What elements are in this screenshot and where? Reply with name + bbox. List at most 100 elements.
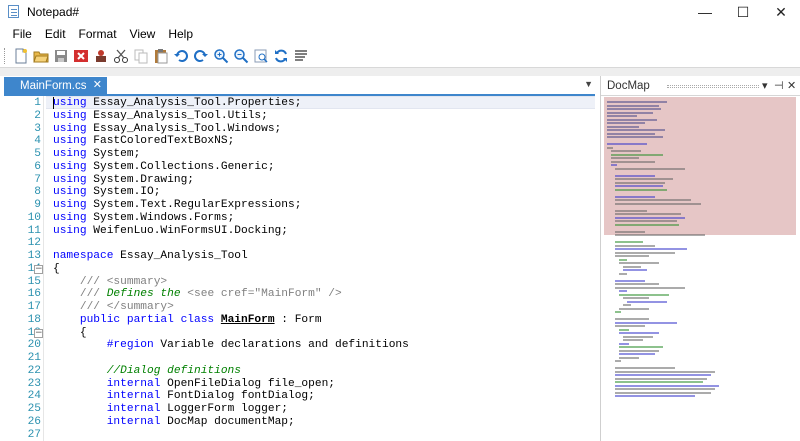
docmap-line xyxy=(615,248,687,250)
code-editor[interactable]: 1234567891011121314151617181920212223242… xyxy=(4,96,595,441)
undo-button[interactable] xyxy=(171,46,191,66)
toolbar-grip[interactable] xyxy=(4,47,7,64)
docmap-line xyxy=(615,325,645,327)
code-line: //Dialog definitions xyxy=(53,365,241,378)
class-name-token: MainForm xyxy=(220,313,275,326)
docmap-line xyxy=(607,111,653,114)
keyword-token: namespace xyxy=(53,250,114,262)
code-token: FontDialog fontDialog; xyxy=(160,390,315,403)
line-number: 3 xyxy=(34,122,41,135)
docmap-line xyxy=(615,286,685,289)
code-token: System.Windows.Forms; xyxy=(86,211,235,224)
line-number: 2 xyxy=(34,109,41,122)
line-number: 25 xyxy=(27,403,41,415)
minimize-button[interactable]: — xyxy=(686,0,724,24)
zoom-reset-button[interactable] xyxy=(251,46,271,66)
keyword-token: internal xyxy=(106,415,161,428)
redo-button[interactable] xyxy=(191,46,211,66)
docmap-title: DocMap xyxy=(607,79,650,92)
line-number: 22 xyxy=(27,364,41,377)
docmap-line xyxy=(611,160,655,163)
docmap-pin-icon[interactable]: ⊣ xyxy=(774,79,784,92)
copy-button[interactable] xyxy=(131,46,151,66)
menu-file[interactable]: File xyxy=(6,27,38,41)
refresh-button[interactable] xyxy=(271,46,291,66)
zoom-in-button[interactable] xyxy=(211,46,231,66)
line-number: 12 xyxy=(27,237,41,250)
code-token: { xyxy=(53,326,87,339)
menu-help[interactable]: Help xyxy=(162,27,200,41)
close-file-button[interactable] xyxy=(71,46,91,66)
keyword-token: using xyxy=(53,173,87,186)
paste-button[interactable] xyxy=(151,46,171,66)
paste-icon xyxy=(155,48,168,63)
document-area: MainForm.cs ✕ ▼ 123456789101112131415161… xyxy=(0,76,599,441)
docmap-line xyxy=(615,311,621,313)
fold-toggle-icon[interactable]: − xyxy=(34,328,43,338)
docmap-line xyxy=(615,377,707,380)
tab-close-icon[interactable]: ✕ xyxy=(93,78,102,91)
word-wrap-button[interactable] xyxy=(291,46,311,66)
maximize-icon: ☐ xyxy=(736,3,750,20)
docmap-line xyxy=(615,279,645,282)
line-number: 16 xyxy=(27,288,41,301)
line-number: 26 xyxy=(27,415,41,428)
title-bar: Notepad# — ☐ ✕ xyxy=(0,0,800,24)
docmap-line xyxy=(607,122,645,124)
code-line: internal OpenFileDialog file_open; xyxy=(53,378,335,391)
docmap-line xyxy=(615,202,701,205)
close-file-icon xyxy=(74,49,88,62)
keyword-token: using xyxy=(53,109,87,122)
docmap-line xyxy=(615,251,675,254)
close-window-button[interactable]: ✕ xyxy=(762,0,800,24)
docmap-line xyxy=(615,321,677,324)
docmap-preview[interactable] xyxy=(604,97,796,441)
docmap-close-icon[interactable]: ✕ xyxy=(787,79,796,92)
window-title: Notepad# xyxy=(27,5,80,19)
maximize-button[interactable]: ☐ xyxy=(724,0,762,24)
print-button[interactable] xyxy=(91,46,111,66)
keyword-token: using xyxy=(53,224,87,237)
keyword-token: using xyxy=(53,211,87,224)
toolbar xyxy=(0,44,800,68)
docmap-options-icon[interactable]: ▾ xyxy=(762,79,768,92)
line-number: 27 xyxy=(27,428,41,441)
tab-list-dropdown-icon[interactable]: ▼ xyxy=(584,79,593,89)
menu-format[interactable]: Format xyxy=(72,27,123,41)
menu-view[interactable]: View xyxy=(123,27,162,41)
zoom-out-button[interactable] xyxy=(231,46,251,66)
docmap-line xyxy=(619,356,639,359)
docmap-header-grip xyxy=(667,85,759,88)
docmap-line xyxy=(619,290,627,292)
keyword-token: using xyxy=(53,186,87,199)
code-token: FastColoredTextBoxNS; xyxy=(86,135,235,148)
save-button[interactable] xyxy=(51,46,71,66)
docmap-line xyxy=(615,185,663,187)
code-line: internal DocMap documentMap; xyxy=(53,416,295,429)
keyword-token: internal xyxy=(106,390,161,403)
docmap-line xyxy=(607,132,655,135)
menu-edit[interactable]: Edit xyxy=(38,27,72,41)
redo-icon xyxy=(194,49,208,62)
docmap-header: DocMap ▾ ⊣ ✕ xyxy=(601,76,800,96)
open-file-button[interactable] xyxy=(31,46,51,66)
line-number: 5 xyxy=(34,148,41,160)
keyword-token: using xyxy=(53,135,87,148)
new-file-button[interactable] xyxy=(11,46,31,66)
docmap-line xyxy=(615,223,679,226)
comment-token: //Dialog definitions xyxy=(53,364,241,377)
doc-comment-token: /// xyxy=(53,288,107,301)
docmap-line xyxy=(615,244,655,247)
window-controls: — ☐ ✕ xyxy=(686,0,800,24)
line-number: 24 xyxy=(27,390,41,403)
cut-button[interactable] xyxy=(111,46,131,66)
line-number: 7 xyxy=(34,173,41,186)
fold-toggle-icon[interactable]: − xyxy=(34,264,43,274)
tab-mainform[interactable]: MainForm.cs ✕ xyxy=(4,77,107,94)
dock-band xyxy=(0,68,800,76)
menu-bar: File Edit Format View Help xyxy=(0,24,800,44)
line-number: 4 xyxy=(34,135,41,148)
zoom-in-icon xyxy=(214,48,229,63)
